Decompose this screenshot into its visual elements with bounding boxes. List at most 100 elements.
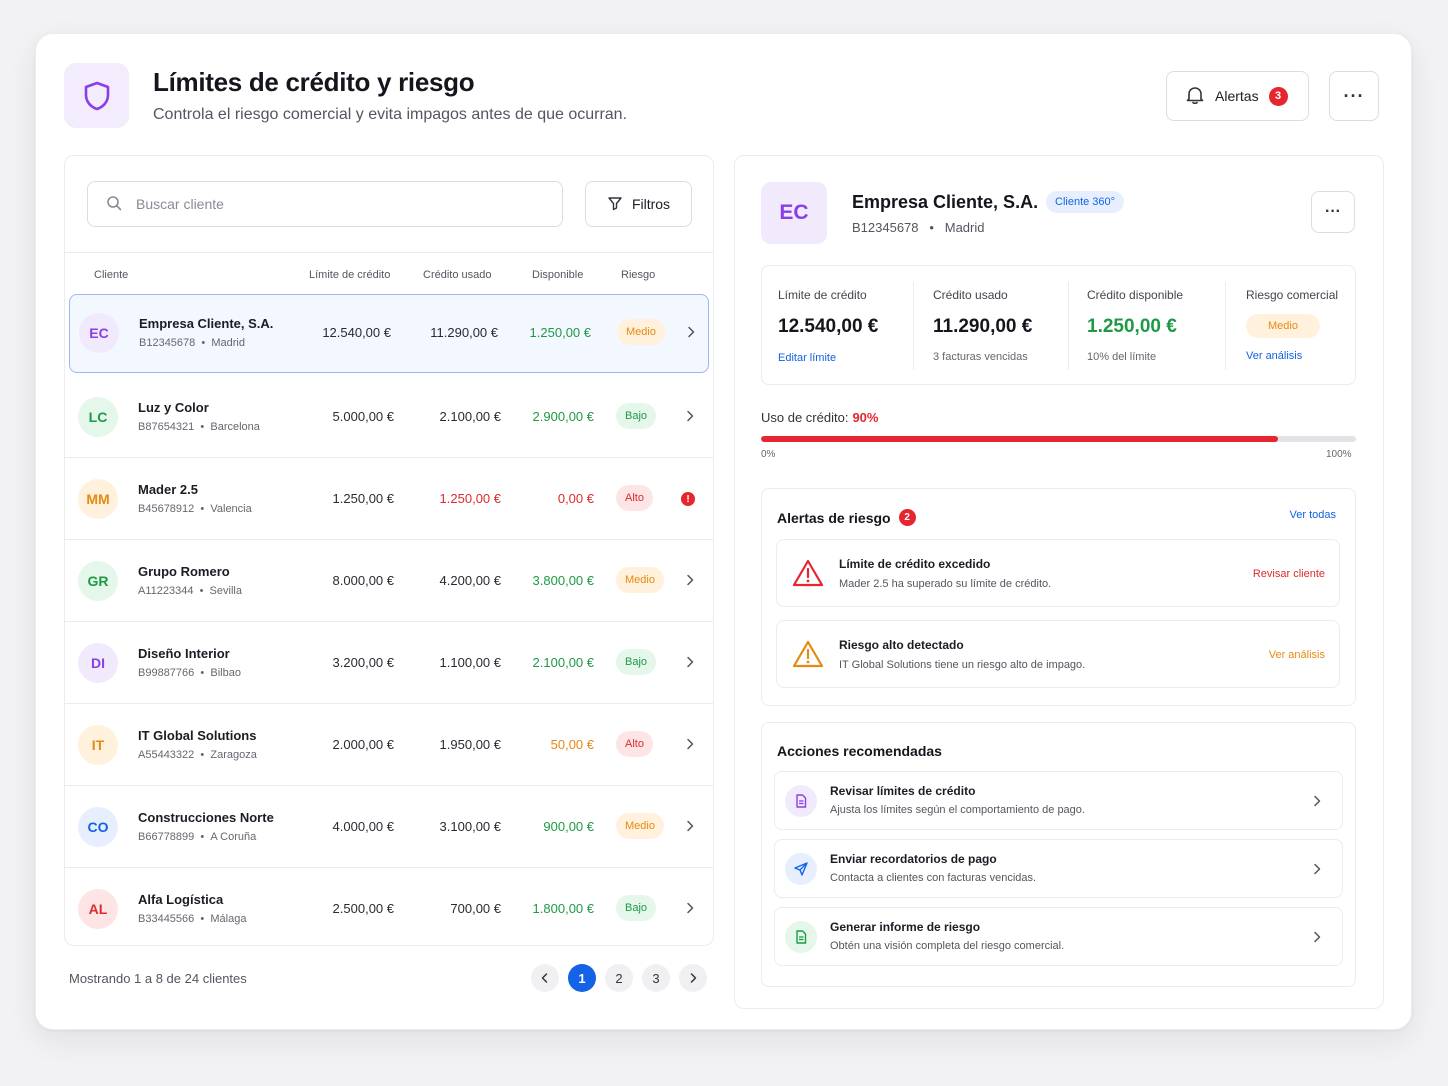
credit-used: 700,00 € — [450, 901, 501, 916]
stat-label: Riesgo comercial — [1246, 288, 1339, 302]
col-used[interactable]: Crédito usado — [423, 269, 492, 281]
send-icon — [785, 853, 817, 885]
view-analysis-link[interactable]: Ver análisis — [1269, 649, 1325, 661]
col-limit[interactable]: Límite de crédito — [309, 269, 390, 281]
credit-limit: 5.000,00 € — [332, 409, 394, 424]
client-cif: B99887766 — [138, 667, 195, 679]
search-icon — [106, 195, 122, 214]
risk-badge: Bajo — [616, 403, 657, 429]
chevron-right-icon[interactable] — [683, 655, 697, 669]
chevron-right-icon[interactable] — [683, 409, 697, 423]
client-detail-panel: EC Empresa Cliente, S.A. Cliente 360° B1… — [734, 155, 1384, 1009]
chevron-right-icon[interactable] — [683, 573, 697, 587]
avatar: GR — [78, 561, 118, 601]
credit-available: 1.250,00 € — [529, 325, 591, 340]
action-item[interactable]: Revisar límites de crédito Ajusta los lí… — [774, 771, 1343, 830]
client-cif: B33445566 — [138, 913, 195, 925]
detail-more-button[interactable]: ··· — [1311, 191, 1355, 233]
detail-client-meta: B12345678 • Madrid — [852, 220, 985, 235]
review-client-link[interactable]: Revisar cliente — [1253, 568, 1325, 580]
filters-label: Filtros — [631, 196, 671, 212]
table-row[interactable]: LC Luz y Color B87654321 • Barcelona 5.0… — [65, 376, 713, 458]
warning-icon[interactable]: ! — [681, 492, 695, 506]
credit-limit: 4.000,00 € — [332, 819, 394, 834]
credit-available: 2.900,00 € — [532, 409, 594, 424]
table-row[interactable]: EC Empresa Cliente, S.A. B12345678 • Mad… — [69, 294, 709, 373]
recommended-actions-title: Acciones recomendadas — [777, 743, 942, 759]
risk-badge: Alto — [616, 485, 653, 511]
action-item[interactable]: Enviar recordatorios de pago Contacta a … — [774, 839, 1343, 898]
credit-limit: 1.250,00 € — [332, 491, 394, 506]
avatar: AL — [78, 889, 118, 929]
view-analysis-link[interactable]: Ver análisis — [1246, 350, 1302, 362]
chevron-right-icon[interactable] — [683, 819, 697, 833]
edit-limit-link[interactable]: Editar límite — [778, 352, 836, 364]
search-box[interactable] — [87, 181, 563, 227]
table-row[interactable]: AL Alfa Logística B33445566 • Málaga 2.5… — [65, 868, 713, 945]
col-risk[interactable]: Riesgo — [621, 269, 655, 281]
client-meta: B33445566 • Málaga — [138, 913, 247, 925]
chevron-right-icon[interactable] — [683, 737, 697, 751]
alerts-button[interactable]: Alertas 3 — [1166, 71, 1309, 121]
divider — [1225, 282, 1226, 370]
client-meta: B45678912 • Valencia — [138, 503, 252, 515]
page-button-1[interactable]: 1 — [568, 964, 596, 992]
chevron-right-icon[interactable] — [684, 325, 698, 339]
chevron-right-icon — [1314, 863, 1321, 875]
table-row[interactable]: IT IT Global Solutions A55443322 • Zarag… — [65, 704, 713, 786]
client-cif: A11223344 — [138, 585, 194, 597]
filters-button[interactable]: Filtros — [585, 181, 692, 227]
credit-used: 2.100,00 € — [439, 409, 501, 424]
chevron-right-icon[interactable] — [683, 901, 697, 915]
client-rows: EC Empresa Cliente, S.A. B12345678 • Mad… — [65, 294, 713, 945]
search-input[interactable] — [136, 196, 516, 212]
client-name: Construcciones Norte — [138, 810, 274, 825]
page-subtitle: Controla el riesgo comercial y evita imp… — [153, 106, 628, 123]
more-options-button[interactable]: ··· — [1329, 71, 1379, 121]
client-meta: A55443322 • Zaragoza — [138, 749, 257, 761]
alert-item[interactable]: Límite de crédito excedido Mader 2.5 ha … — [776, 539, 1340, 607]
action-description: Ajusta los límites según el comportamien… — [830, 804, 1085, 816]
table-row[interactable]: GR Grupo Romero A11223344 • Sevilla 8.00… — [65, 540, 713, 622]
alert-title: Límite de crédito excedido — [839, 557, 991, 571]
chevron-right-icon — [1314, 931, 1321, 943]
action-description: Obtén una visión completa del riesgo com… — [830, 940, 1065, 952]
alert-item[interactable]: Riesgo alto detectado IT Global Solution… — [776, 620, 1340, 688]
credit-usage-label: Uso de crédito: 90% — [761, 410, 878, 425]
risk-alerts: Alertas de riesgo 2 Ver todas Límite de … — [761, 488, 1356, 706]
action-item[interactable]: Generar informe de riesgo Obtén una visi… — [774, 907, 1343, 966]
credit-available: 3.800,00 € — [532, 573, 594, 588]
main-card: Límites de crédito y riesgo Controla el … — [35, 33, 1412, 1030]
stat-value: 12.540,00 € — [778, 316, 879, 337]
filter-icon — [607, 195, 623, 214]
see-all-alerts-link[interactable]: Ver todas — [1290, 509, 1336, 521]
page-button-3[interactable]: 3 — [642, 964, 670, 992]
credit-limit: 8.000,00 € — [332, 573, 394, 588]
credit-usage-fill — [761, 436, 1278, 442]
credit-stats: Límite de crédito 12.540,00 € Editar lím… — [761, 265, 1356, 385]
client-city: Málaga — [210, 913, 247, 925]
col-available[interactable]: Disponible — [532, 269, 583, 281]
table-row[interactable]: CO Construcciones Norte B66778899 • A Co… — [65, 786, 713, 868]
client-city: Barcelona — [210, 421, 260, 433]
next-page-button[interactable] — [679, 964, 707, 992]
credit-available: 900,00 € — [543, 819, 594, 834]
client-cif: B87654321 — [138, 421, 195, 433]
page-button-2[interactable]: 2 — [605, 964, 633, 992]
credit-used: 1.100,00 € — [439, 655, 501, 670]
col-client[interactable]: Cliente — [94, 269, 128, 281]
table-row[interactable]: MM Mader 2.5 B45678912 • Valencia 1.250,… — [65, 458, 713, 540]
divider — [913, 282, 914, 370]
avatar: EC — [761, 182, 827, 244]
results-count: Mostrando 1 a 8 de 24 clientes — [69, 971, 247, 986]
detail-city: Madrid — [944, 220, 985, 235]
client-360-badge[interactable]: Cliente 360° — [1046, 191, 1125, 213]
client-meta: B66778899 • A Coruña — [138, 831, 257, 843]
credit-usage-bar — [761, 436, 1356, 442]
prev-page-button[interactable] — [531, 964, 559, 992]
credit-available: 0,00 € — [557, 491, 594, 506]
credit-used: 3.100,00 € — [439, 819, 501, 834]
chevron-left-icon — [541, 973, 548, 983]
risk-badge: Bajo — [616, 895, 657, 921]
table-row[interactable]: DI Diseño Interior B99887766 • Bilbao 3.… — [65, 622, 713, 704]
